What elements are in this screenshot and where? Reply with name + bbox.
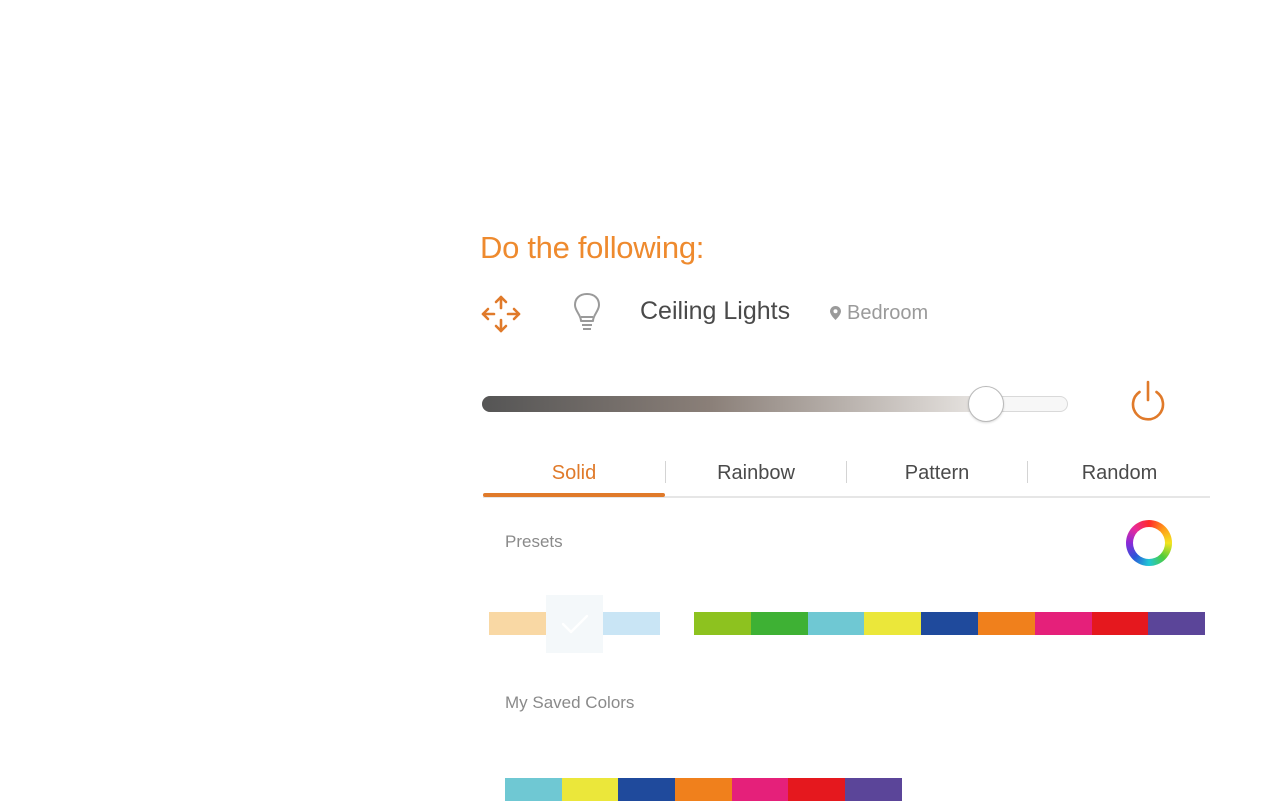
presets-label: Presets — [505, 532, 563, 551]
color-wheel-icon[interactable] — [1126, 520, 1172, 566]
saved-color-swatch[interactable] — [675, 778, 732, 801]
preset-swatch[interactable] — [921, 612, 978, 635]
saved-color-swatch[interactable] — [731, 778, 789, 801]
preset-swatch[interactable] — [977, 612, 1035, 635]
checkmark-icon — [561, 614, 588, 634]
selected-preset-swatch[interactable] — [546, 595, 603, 653]
preset-swatch[interactable] — [603, 612, 660, 635]
brightness-slider-thumb[interactable] — [967, 386, 1004, 422]
tab-rainbow[interactable]: Rainbow — [666, 452, 846, 494]
preset-swatch[interactable] — [864, 612, 922, 635]
preset-color-swatches — [694, 612, 1206, 635]
tab-solid[interactable]: Solid — [483, 452, 665, 497]
move-arrows-icon[interactable] — [480, 293, 522, 335]
saved-color-swatch[interactable] — [505, 778, 562, 801]
preset-swatch[interactable] — [807, 612, 865, 635]
saved-color-swatch[interactable] — [618, 778, 676, 801]
location-pin-icon — [830, 306, 841, 320]
location-label: Bedroom — [847, 302, 929, 324]
saved-color-swatch[interactable] — [845, 778, 902, 801]
saved-color-swatch[interactable] — [561, 778, 619, 801]
preset-swatch[interactable] — [694, 612, 751, 635]
preset-swatch[interactable] — [1091, 612, 1149, 635]
page-heading: Do the following: — [480, 230, 705, 265]
saved-color-swatch[interactable] — [788, 778, 846, 801]
color-wheel-center — [1133, 527, 1165, 559]
tab-random[interactable]: Random — [1028, 452, 1211, 494]
device-name: Ceiling Lights — [640, 297, 791, 325]
power-icon[interactable] — [1126, 380, 1170, 424]
brightness-slider-fill — [482, 396, 986, 412]
tab-pattern[interactable]: Pattern — [847, 452, 1027, 494]
preset-swatch[interactable] — [750, 612, 808, 635]
preset-swatch[interactable] — [1034, 612, 1092, 635]
saved-colors-label: My Saved Colors — [505, 693, 635, 712]
light-bulb-icon — [574, 293, 600, 330]
saved-color-swatches — [505, 778, 902, 801]
mode-tabs: Solid Rainbow Pattern Random — [483, 452, 1210, 498]
preset-swatch[interactable] — [489, 612, 546, 635]
preset-swatch[interactable] — [1148, 612, 1206, 635]
device-location: Bedroom — [830, 302, 928, 325]
